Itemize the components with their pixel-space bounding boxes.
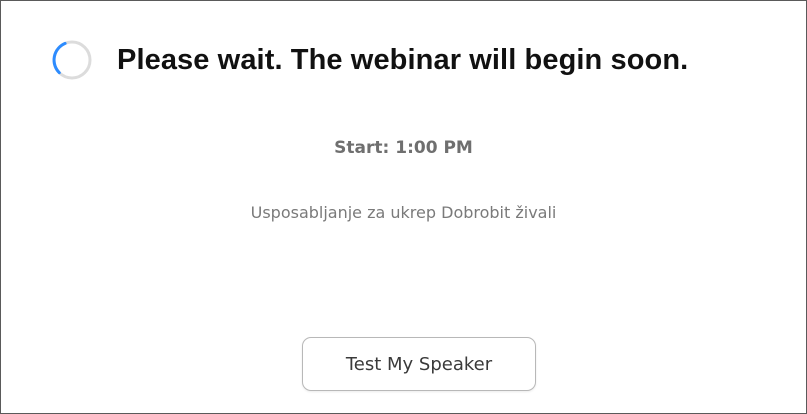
- page-title: Please wait. The webinar will begin soon…: [117, 43, 689, 76]
- webinar-topic: Usposabljanje za ukrep Dobrobit živali: [250, 203, 557, 222]
- test-speaker-button[interactable]: Test My Speaker: [302, 337, 536, 391]
- start-time: Start: 1:00 PM: [334, 138, 473, 158]
- waiting-room-window: Please wait. The webinar will begin soon…: [0, 0, 807, 414]
- loading-spinner-icon: [51, 39, 93, 81]
- waiting-header: Please wait. The webinar will begin soon…: [51, 39, 688, 81]
